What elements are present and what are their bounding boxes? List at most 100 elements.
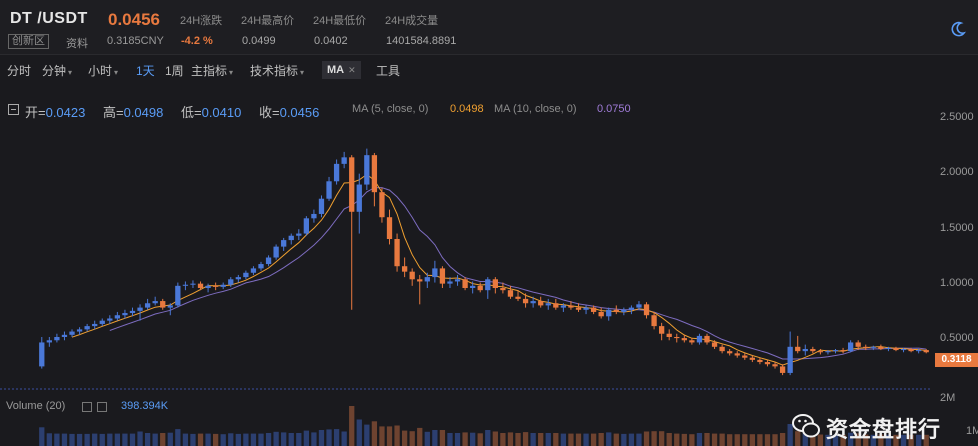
volume-bar xyxy=(553,433,559,446)
volume-bar xyxy=(356,419,362,446)
volume-bar xyxy=(371,421,378,446)
volume-bar xyxy=(485,430,491,446)
candle-body xyxy=(643,304,650,316)
candle-body xyxy=(197,283,204,288)
candle-body xyxy=(61,334,68,337)
candle-body xyxy=(916,350,922,352)
volume-bar xyxy=(613,433,619,446)
candle xyxy=(401,257,408,278)
candle xyxy=(674,333,680,343)
candle-body xyxy=(863,346,869,348)
volume-bar xyxy=(598,433,604,446)
candle-body xyxy=(144,303,151,308)
y-tick-2.5: 2.5000 xyxy=(940,111,974,123)
candle xyxy=(719,344,725,354)
candle-body xyxy=(281,240,287,247)
candle-body xyxy=(825,351,831,353)
candle-body xyxy=(341,157,347,164)
volume-bar xyxy=(250,433,257,446)
volume-bar xyxy=(39,427,45,446)
candle-body xyxy=(681,338,687,341)
y-tick-0.5: 0.5000 xyxy=(940,332,974,344)
volume-bar xyxy=(628,433,635,446)
candle xyxy=(689,338,695,345)
volume-bar xyxy=(228,433,234,446)
volume-bar xyxy=(462,432,468,446)
volume-bar xyxy=(54,433,60,446)
volume-value: 398.394K xyxy=(121,400,169,412)
volume-bar xyxy=(311,432,317,446)
candle-body xyxy=(553,303,559,308)
candle xyxy=(182,281,189,291)
candle-body xyxy=(477,285,483,291)
candle xyxy=(727,348,733,356)
candle xyxy=(288,233,294,245)
volume-bar xyxy=(583,433,589,446)
candle-body xyxy=(371,155,378,193)
candle xyxy=(235,274,241,283)
volume-bar xyxy=(167,432,173,446)
candle xyxy=(341,151,347,169)
candle xyxy=(379,187,385,223)
candle xyxy=(840,347,846,354)
candle-body xyxy=(817,351,824,353)
last-price-tag: 0.3118 xyxy=(935,353,978,367)
candle-body xyxy=(893,347,899,351)
candle xyxy=(439,266,446,288)
candle-body xyxy=(401,266,408,272)
candle-body xyxy=(76,329,83,332)
candle-body xyxy=(628,307,635,310)
candle-body xyxy=(832,350,839,352)
volume-bar xyxy=(46,433,52,446)
candle-body xyxy=(795,346,801,352)
candle-body xyxy=(492,279,498,288)
candle xyxy=(61,331,68,341)
candlestick-chart[interactable] xyxy=(0,0,978,446)
candle-body xyxy=(424,277,430,282)
candle-body xyxy=(152,301,158,304)
volume-bar xyxy=(590,433,597,446)
volume-bar xyxy=(341,431,347,446)
candle-body xyxy=(689,340,695,343)
volume-bar xyxy=(606,432,612,446)
volume-bar xyxy=(394,425,400,446)
volume-bar xyxy=(326,429,332,446)
volume-bar xyxy=(568,433,574,446)
close-icon[interactable] xyxy=(97,402,107,412)
candle-body xyxy=(349,157,355,212)
settings-icon[interactable] xyxy=(82,402,92,412)
candle xyxy=(371,152,378,207)
candle xyxy=(84,323,90,332)
candle-body xyxy=(787,346,793,373)
candle xyxy=(742,353,748,360)
candle xyxy=(326,176,332,201)
y-tick-1.0: 1.0000 xyxy=(940,277,974,289)
candle-body xyxy=(288,235,294,241)
volume-label: Volume (20) xyxy=(6,400,66,412)
volume-bar xyxy=(643,431,650,446)
candle-body xyxy=(651,315,657,327)
candle xyxy=(613,305,619,315)
volume-bar xyxy=(749,434,756,446)
candle xyxy=(583,305,589,315)
candle-body xyxy=(54,337,60,341)
candle xyxy=(69,329,75,337)
candle xyxy=(696,333,703,345)
candle-body xyxy=(114,315,121,319)
candle-body xyxy=(749,357,756,360)
volume-bar xyxy=(454,433,461,446)
volume-bar xyxy=(122,433,128,446)
candle-body xyxy=(99,320,105,324)
candle-body xyxy=(175,285,181,306)
candle-body xyxy=(470,285,476,288)
candle xyxy=(795,335,801,354)
candle-body xyxy=(598,311,604,317)
volume-bar xyxy=(666,433,672,446)
candle xyxy=(832,348,839,354)
candle-body xyxy=(182,284,189,286)
candle xyxy=(893,346,899,352)
wechat-icon xyxy=(792,414,820,438)
candle-body xyxy=(704,335,710,343)
candle-body xyxy=(779,366,786,373)
candle-body xyxy=(462,279,468,288)
